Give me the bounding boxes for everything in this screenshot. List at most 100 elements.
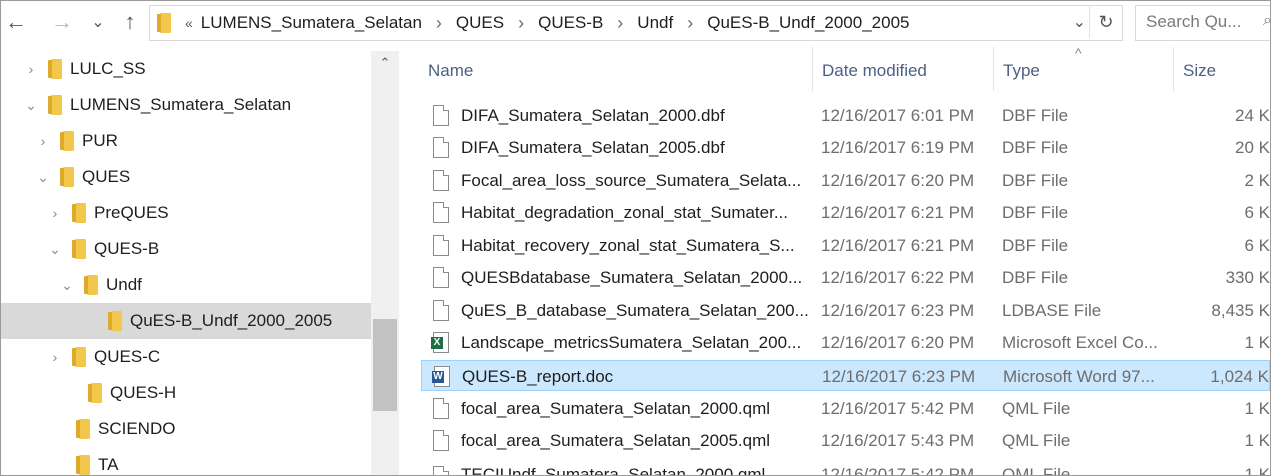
forward-button[interactable]: → (49, 9, 75, 35)
tree-item-label: QuES-B_Undf_2000_2005 (130, 311, 333, 330)
file-name: QUES-B_report.doc (462, 367, 614, 386)
file-row[interactable]: TECIUndf_Sumatera_Selatan_2000.qml 12/16… (421, 461, 1270, 475)
tree-item-ques-h[interactable]: QUES-H (1, 375, 371, 411)
folder-icon (72, 203, 86, 223)
file-row[interactable]: X Landscape_metricsSumatera_Selatan_200.… (421, 327, 1270, 358)
tree-item-ques[interactable]: ⌄ QUES (1, 159, 371, 195)
file-date: 12/16/2017 6:23 PM (821, 301, 975, 320)
file-icon (433, 105, 449, 126)
tree-item-ta[interactable]: TA (1, 447, 371, 475)
tree-item-ques-c[interactable]: › QUES-C (1, 339, 371, 375)
file-name: DIFA_Sumatera_Selatan_2000.dbf (461, 106, 725, 125)
file-icon (433, 430, 449, 451)
search-box: ⌕ (1135, 5, 1270, 41)
file-size: 6 K (1244, 203, 1270, 222)
address-dropdown-icon[interactable]: ⌄ (1073, 12, 1086, 32)
folder-icon (72, 239, 86, 259)
excel-icon: X (431, 332, 449, 353)
breadcrumb-overflow-button[interactable]: « (185, 15, 193, 31)
folder-icon (76, 455, 90, 475)
breadcrumb-chevron-icon[interactable]: › (436, 13, 442, 34)
file-date: 12/16/2017 6:20 PM (821, 171, 975, 190)
tree-item-sciendo[interactable]: SCIENDO (1, 411, 371, 447)
back-button[interactable]: ← (3, 9, 29, 35)
tree-item-pur[interactable]: › PUR (1, 123, 371, 159)
expand-chevron-icon[interactable]: › (47, 349, 63, 365)
tree-item-ques-b-undf-2000-2005[interactable]: QuES-B_Undf_2000_2005 (1, 303, 371, 339)
folder-icon (157, 13, 171, 33)
expand-chevron-icon[interactable]: › (23, 61, 39, 77)
file-date: 12/16/2017 5:43 PM (821, 431, 975, 450)
tree-item-lulc-ss[interactable]: › LULC_SS (1, 51, 371, 87)
scrollbar-thumb[interactable] (373, 319, 397, 411)
tree-item-label: QUES-C (94, 347, 161, 366)
word-icon: W (432, 366, 450, 387)
column-header-size[interactable]: Size (1183, 61, 1216, 81)
sort-indicator-icon: ^ (1075, 45, 1082, 61)
expand-chevron-icon[interactable]: › (35, 133, 51, 149)
file-size: 1 K (1244, 465, 1270, 475)
file-date: 12/16/2017 6:01 PM (821, 106, 975, 125)
breadcrumb-chevron-icon[interactable]: › (687, 13, 693, 34)
expand-chevron-icon[interactable]: › (47, 205, 63, 221)
breadcrumb-item[interactable]: Undf (637, 13, 673, 33)
breadcrumb-item[interactable]: QuES-B_Undf_2000_2005 (707, 13, 909, 33)
file-date: 12/16/2017 5:42 PM (821, 399, 975, 418)
scroll-up-icon[interactable]: ⌃ (371, 55, 399, 71)
arrow-up-icon: ↑ (124, 9, 136, 34)
file-row[interactable]: Habitat_degradation_zonal_stat_Sumater..… (421, 197, 1270, 228)
column-divider[interactable] (993, 47, 994, 91)
recent-locations-button[interactable]: ⌄ (85, 9, 111, 35)
file-row[interactable]: focal_area_Sumatera_Selatan_2000.qml 12/… (421, 393, 1270, 424)
folder-icon (60, 131, 74, 151)
file-row[interactable]: QUESBdatabase_Sumatera_Selatan_2000... 1… (421, 262, 1270, 293)
folder-icon (48, 59, 62, 79)
folder-icon (72, 347, 86, 367)
file-icon (433, 398, 449, 419)
file-row[interactable]: Habitat_recovery_zonal_stat_Sumatera_S..… (421, 230, 1270, 261)
file-row[interactable]: Focal_area_loss_source_Sumatera_Selata..… (421, 165, 1270, 196)
breadcrumb-item[interactable]: LUMENS_Sumatera_Selatan (201, 13, 422, 33)
file-size: 330 K (1225, 268, 1270, 287)
tree-item-ques-b[interactable]: ⌄ QUES-B (1, 231, 371, 267)
tree-item-label: PUR (82, 131, 118, 150)
chevron-down-icon: ⌄ (91, 14, 105, 31)
column-divider[interactable] (1173, 47, 1174, 91)
search-icon[interactable]: ⌕ (1263, 12, 1270, 30)
collapse-chevron-icon[interactable]: ⌄ (59, 277, 75, 294)
collapse-chevron-icon[interactable]: ⌄ (35, 169, 51, 186)
tree-item-lumens[interactable]: ⌄ LUMENS_Sumatera_Selatan (1, 87, 371, 123)
up-button[interactable]: ↑ (117, 9, 143, 35)
folder-icon (48, 95, 62, 115)
file-row[interactable]: QuES_B_database_Sumatera_Selatan_200... … (421, 295, 1270, 326)
file-icon (433, 170, 449, 191)
tree-item-preques[interactable]: › PreQUES (1, 195, 371, 231)
column-divider[interactable] (812, 47, 813, 91)
column-header-name[interactable]: Name (428, 61, 473, 81)
breadcrumb-chevron-icon[interactable]: › (617, 13, 623, 34)
file-row-selected[interactable]: W QUES-B_report.doc 12/16/2017 6:23 PM M… (421, 360, 1270, 391)
breadcrumb-item[interactable]: QUES (456, 13, 504, 33)
breadcrumb-chevron-icon[interactable]: › (518, 13, 524, 34)
file-size: 1 K (1244, 333, 1270, 352)
folder-icon (108, 311, 122, 331)
tree-item-label: TA (98, 455, 119, 474)
column-header-date[interactable]: Date modified (822, 61, 927, 81)
tree-item-undf[interactable]: ⌄ Undf (1, 267, 371, 303)
column-header-type[interactable]: Type (1003, 61, 1040, 81)
file-row[interactable]: DIFA_Sumatera_Selatan_2000.dbf 12/16/201… (421, 100, 1270, 131)
folder-icon (88, 383, 102, 403)
file-size: 20 K (1235, 138, 1270, 157)
file-row[interactable]: DIFA_Sumatera_Selatan_2005.dbf 12/16/201… (421, 132, 1270, 163)
address-bar[interactable]: « LUMENS_Sumatera_Selatan › QUES › QUES-… (149, 5, 1123, 41)
refresh-icon: ↻ (1098, 11, 1114, 32)
file-row[interactable]: focal_area_Sumatera_Selatan_2005.qml 12/… (421, 425, 1270, 456)
collapse-chevron-icon[interactable]: ⌄ (23, 97, 39, 114)
refresh-button[interactable]: ↻ (1089, 6, 1122, 38)
file-name: focal_area_Sumatera_Selatan_2005.qml (461, 431, 771, 450)
breadcrumb-item[interactable]: QUES-B (538, 13, 603, 33)
nav-scrollbar[interactable]: ⌃ (371, 51, 399, 475)
file-date: 12/16/2017 6:20 PM (821, 333, 975, 352)
search-input[interactable] (1136, 6, 1256, 38)
collapse-chevron-icon[interactable]: ⌄ (47, 241, 63, 258)
